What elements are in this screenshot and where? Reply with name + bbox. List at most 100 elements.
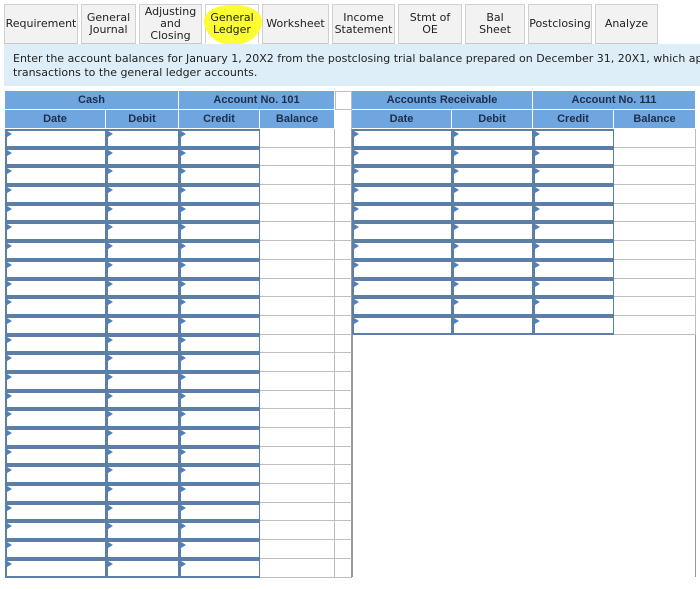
debit-input[interactable] [106, 353, 179, 372]
debit-input[interactable] [106, 371, 179, 391]
credit-input[interactable] [533, 297, 614, 316]
debit-input[interactable] [106, 278, 179, 298]
debit-input[interactable] [452, 185, 533, 204]
debit-input[interactable] [106, 446, 179, 466]
tab-stmt-of-oe[interactable]: Stmt of OE [398, 4, 462, 44]
tab-adjusting-and-closing[interactable]: Adjusting and Closing [139, 4, 202, 44]
credit-input[interactable] [179, 334, 260, 354]
date-input[interactable] [5, 353, 106, 372]
debit-input[interactable] [452, 222, 533, 242]
credit-input[interactable] [533, 241, 614, 260]
debit-input[interactable] [106, 203, 179, 223]
credit-input[interactable] [533, 278, 614, 298]
credit-input[interactable] [179, 259, 260, 279]
debit-input[interactable] [452, 129, 533, 148]
debit-input[interactable] [452, 147, 533, 167]
date-input[interactable] [5, 334, 106, 354]
credit-input[interactable] [533, 259, 614, 279]
date-input[interactable] [5, 241, 106, 260]
credit-input[interactable] [179, 465, 260, 485]
date-input[interactable] [5, 390, 106, 410]
credit-input[interactable] [179, 185, 260, 204]
debit-input[interactable] [452, 203, 533, 223]
date-input[interactable] [5, 446, 106, 466]
credit-input[interactable] [533, 203, 614, 223]
debit-input[interactable] [106, 222, 179, 242]
debit-input[interactable] [106, 521, 179, 541]
credit-input[interactable] [533, 185, 614, 204]
credit-input[interactable] [533, 222, 614, 242]
tab-general-ledger[interactable]: General Ledger [204, 4, 262, 45]
credit-input[interactable] [179, 409, 260, 428]
date-input[interactable] [5, 315, 106, 335]
date-input[interactable] [352, 315, 452, 335]
debit-input[interactable] [106, 465, 179, 485]
debit-input[interactable] [106, 315, 179, 335]
credit-input[interactable] [179, 428, 260, 447]
date-input[interactable] [5, 129, 106, 148]
debit-input[interactable] [106, 259, 179, 279]
date-input[interactable] [5, 147, 106, 167]
debit-input[interactable] [106, 241, 179, 260]
debit-input[interactable] [106, 428, 179, 447]
tab-postclosing[interactable]: Postclosing [528, 4, 592, 44]
credit-input[interactable] [179, 315, 260, 335]
credit-input[interactable] [179, 371, 260, 391]
date-input[interactable] [5, 278, 106, 298]
credit-input[interactable] [179, 129, 260, 148]
credit-input[interactable] [179, 484, 260, 503]
tab-requirement[interactable]: Requirement [4, 4, 78, 44]
date-input[interactable] [352, 129, 452, 148]
credit-input[interactable] [179, 297, 260, 316]
debit-input[interactable] [106, 558, 179, 578]
tab-general-journal[interactable]: General Journal [81, 4, 136, 44]
credit-input[interactable] [533, 315, 614, 335]
credit-input[interactable] [533, 166, 614, 186]
tab-income-statement[interactable]: Income Statement [332, 4, 395, 44]
date-input[interactable] [5, 371, 106, 391]
debit-input[interactable] [106, 502, 179, 522]
debit-input[interactable] [106, 297, 179, 316]
debit-input[interactable] [106, 185, 179, 204]
credit-input[interactable] [179, 278, 260, 298]
tab-analyze[interactable]: Analyze [595, 4, 658, 44]
tab-bal-sheet[interactable]: Bal Sheet [465, 4, 525, 44]
date-input[interactable] [5, 259, 106, 279]
debit-input[interactable] [106, 334, 179, 354]
date-input[interactable] [5, 185, 106, 204]
date-input[interactable] [352, 278, 452, 298]
debit-input[interactable] [452, 259, 533, 279]
credit-input[interactable] [179, 521, 260, 541]
credit-input[interactable] [533, 147, 614, 167]
date-input[interactable] [352, 166, 452, 186]
date-input[interactable] [5, 465, 106, 485]
date-input[interactable] [352, 203, 452, 223]
date-input[interactable] [5, 297, 106, 316]
debit-input[interactable] [452, 241, 533, 260]
date-input[interactable] [352, 185, 452, 204]
debit-input[interactable] [452, 166, 533, 186]
debit-input[interactable] [106, 540, 179, 559]
debit-input[interactable] [106, 147, 179, 167]
debit-input[interactable] [452, 315, 533, 335]
date-input[interactable] [5, 203, 106, 223]
date-input[interactable] [352, 147, 452, 167]
credit-input[interactable] [179, 147, 260, 167]
date-input[interactable] [352, 222, 452, 242]
debit-input[interactable] [106, 409, 179, 428]
debit-input[interactable] [106, 484, 179, 503]
date-input[interactable] [352, 259, 452, 279]
credit-input[interactable] [179, 540, 260, 559]
credit-input[interactable] [179, 558, 260, 578]
date-input[interactable] [352, 297, 452, 316]
date-input[interactable] [5, 540, 106, 559]
date-input[interactable] [5, 409, 106, 428]
date-input[interactable] [5, 521, 106, 541]
debit-input[interactable] [452, 278, 533, 298]
debit-input[interactable] [106, 390, 179, 410]
tab-worksheet[interactable]: Worksheet [262, 4, 329, 44]
debit-input[interactable] [106, 129, 179, 148]
credit-input[interactable] [179, 446, 260, 466]
date-input[interactable] [5, 484, 106, 503]
date-input[interactable] [5, 166, 106, 186]
